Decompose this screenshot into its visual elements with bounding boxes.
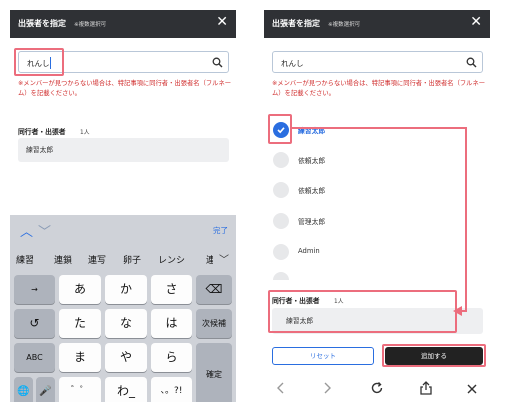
undo-icon: ↺ bbox=[29, 316, 40, 330]
search-icon[interactable] bbox=[466, 57, 477, 68]
close-tab-icon[interactable] bbox=[466, 380, 478, 399]
chevron-up-icon[interactable]: ︿ bbox=[20, 221, 33, 240]
radio-unchecked bbox=[273, 272, 289, 280]
search-input-value: れんし bbox=[27, 59, 50, 68]
companion-count: 1人 bbox=[80, 130, 90, 136]
modal-subtitle: ※複数選択可 bbox=[328, 22, 361, 28]
companion-chip[interactable]: 練習太郎 bbox=[272, 308, 483, 334]
companion-chip-label: 練習太郎 bbox=[26, 146, 54, 154]
keyboard-key[interactable]: は bbox=[151, 309, 192, 338]
keyboard-key[interactable]: 、。?! bbox=[151, 377, 192, 402]
microphone-icon: 🎤 bbox=[39, 386, 52, 397]
member-search-input[interactable]: れんし bbox=[272, 51, 483, 73]
companion-section-title: 同行者・出張者 bbox=[18, 128, 66, 136]
arrow-right-icon: → bbox=[31, 285, 38, 294]
keyboard-key-arrow-right[interactable]: → bbox=[14, 275, 55, 304]
forward-icon[interactable] bbox=[322, 380, 332, 399]
companion-chip-label: 練習太郎 bbox=[286, 317, 314, 325]
text-caret bbox=[50, 57, 51, 69]
companion-count: 1人 bbox=[334, 299, 344, 305]
right-phone-screen: 出張者を指定 ※複数選択可 ✕ れんし ※メンバーが見つからない場合は、特記事項… bbox=[264, 10, 490, 402]
member-name: 依頼太郎 bbox=[298, 157, 326, 165]
close-icon[interactable]: ✕ bbox=[470, 15, 482, 29]
chevron-down-icon[interactable]: ﹀ bbox=[219, 251, 229, 266]
member-name: 練習太郎 bbox=[298, 127, 326, 135]
chevron-down-icon[interactable]: ﹀ bbox=[38, 221, 51, 240]
keyboard-key-confirm[interactable]: 確定 bbox=[196, 343, 232, 402]
keyboard-key[interactable]: わ_ bbox=[105, 377, 147, 402]
reset-button[interactable]: リセット bbox=[272, 347, 374, 365]
candidate-item[interactable]: 連鎖 bbox=[54, 253, 72, 266]
keyboard-key[interactable]: ま bbox=[59, 343, 101, 372]
member-list-item[interactable]: 管理太郎 bbox=[264, 207, 490, 235]
keyboard-toolbar: ︿ ﹀ 完了 bbox=[10, 215, 236, 243]
keyboard-key-abc[interactable]: ABC bbox=[14, 343, 55, 372]
add-button[interactable]: 追加する bbox=[385, 347, 483, 365]
keyboard-key[interactable]: ゛゜ bbox=[59, 377, 101, 402]
keyboard-key-undo[interactable]: ↺ bbox=[14, 309, 55, 338]
search-icon[interactable] bbox=[212, 57, 223, 68]
member-name: 依頼太郎 bbox=[298, 187, 326, 195]
candidate-item[interactable]: 練習 bbox=[16, 253, 34, 266]
keyboard-key[interactable]: な bbox=[105, 309, 147, 338]
keyboard-done-button[interactable]: 完了 bbox=[213, 225, 228, 236]
radio-checked[interactable] bbox=[273, 122, 289, 138]
member-list-item[interactable]: 依頼太郎 bbox=[264, 146, 490, 174]
keyboard-key-next-candidate[interactable]: 次候補 bbox=[196, 309, 232, 338]
modal-subtitle: ※複数選択可 bbox=[74, 22, 107, 28]
keyboard-key-globe[interactable]: 🌐 bbox=[14, 377, 33, 402]
member-search-input[interactable]: れんし bbox=[18, 51, 229, 73]
keyboard-key-mic[interactable]: 🎤 bbox=[36, 377, 55, 402]
arrow-left-icon bbox=[453, 306, 462, 316]
candidate-item[interactable]: レンシ bbox=[158, 253, 185, 266]
modal-header: 出張者を指定 ※複数選択可 ✕ bbox=[264, 10, 490, 38]
keyboard-key[interactable]: ら bbox=[151, 343, 192, 372]
search-input-value: れんし bbox=[281, 59, 304, 68]
companion-chip[interactable]: 練習太郎 bbox=[18, 138, 229, 162]
modal-title: 出張者を指定 bbox=[272, 19, 320, 28]
keyboard-key[interactable]: さ bbox=[151, 275, 192, 304]
candidate-item[interactable]: 連写 bbox=[88, 253, 106, 266]
check-icon bbox=[277, 127, 285, 134]
member-not-found-note: ※メンバーが見つからない場合は、特記事項に同行者・出張者名（フルネーム）を記載く… bbox=[18, 80, 232, 97]
candidate-item[interactable]: 連 bbox=[206, 253, 213, 266]
back-icon[interactable] bbox=[276, 380, 286, 399]
member-name: 管理太郎 bbox=[298, 218, 326, 226]
member-name: Admin bbox=[298, 247, 320, 255]
member-not-found-note: ※メンバーが見つからない場合は、特記事項に同行者・出張者名（フルネーム）を記載く… bbox=[272, 80, 486, 97]
member-list-item-partial bbox=[264, 268, 490, 280]
share-icon[interactable] bbox=[419, 380, 433, 399]
member-list-item[interactable]: 練習太郎 bbox=[264, 116, 490, 144]
member-list-item[interactable]: 依頼太郎 bbox=[264, 176, 490, 204]
close-icon[interactable]: ✕ bbox=[216, 15, 228, 29]
candidate-item[interactable]: 卵子 bbox=[123, 253, 141, 266]
backspace-icon: ⌫ bbox=[205, 282, 223, 296]
keyboard-key[interactable]: や bbox=[105, 343, 147, 372]
keyboard-key[interactable]: あ bbox=[59, 275, 101, 304]
radio-unchecked[interactable] bbox=[273, 182, 289, 198]
left-phone-screen: 出張者を指定 ※複数選択可 ✕ れんし ※メンバーが見つからない場合は、特記事項… bbox=[10, 10, 236, 402]
modal-title: 出張者を指定 bbox=[18, 19, 66, 28]
japanese-keyboard: ︿ ﹀ 完了 練習 連鎖 連写 卵子 レンシ 連 ﹀ → あ か さ ⌫ ↺ た… bbox=[10, 215, 236, 402]
keyboard-key[interactable]: か bbox=[105, 275, 147, 304]
member-list-item[interactable]: Admin bbox=[264, 238, 490, 266]
radio-unchecked[interactable] bbox=[273, 213, 289, 229]
globe-icon: 🌐 bbox=[17, 386, 30, 397]
reload-icon[interactable] bbox=[370, 380, 384, 399]
companion-section-title: 同行者・出張者 bbox=[272, 297, 320, 305]
modal-header: 出張者を指定 ※複数選択可 ✕ bbox=[10, 10, 236, 38]
keyboard-key[interactable]: た bbox=[59, 309, 101, 338]
browser-toolbar bbox=[264, 377, 490, 399]
keyboard-key-backspace[interactable]: ⌫ bbox=[196, 275, 232, 304]
candidate-bar: 練習 連鎖 連写 卵子 レンシ 連 ﹀ bbox=[10, 243, 236, 273]
radio-unchecked[interactable] bbox=[273, 152, 289, 168]
radio-unchecked[interactable] bbox=[273, 244, 289, 260]
